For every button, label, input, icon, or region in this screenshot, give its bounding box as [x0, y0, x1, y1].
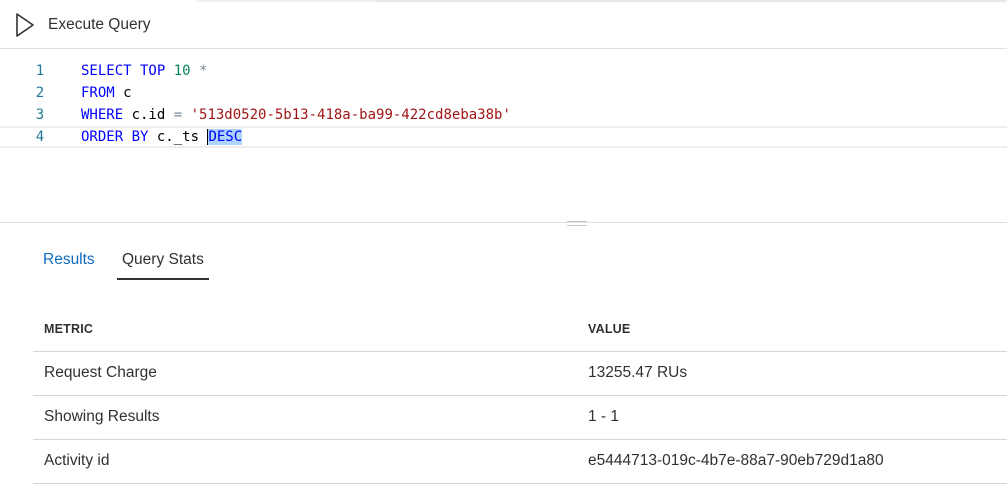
- line-number: 2: [35, 85, 45, 101]
- code-line-3[interactable]: 3 WHERE c.id = '513d0520-5b13-418a-ba99-…: [0, 104, 1007, 126]
- pane-splitter[interactable]: [0, 222, 1007, 223]
- metric-cell: Request Charge: [44, 364, 157, 381]
- identifier-token: c.id: [131, 107, 174, 123]
- table-row: Request Charge 13255.47 RUs: [33, 352, 1007, 396]
- code-text: ORDER BY c._ts DESC: [81, 128, 243, 146]
- table-header-row: METRIC VALUE: [33, 308, 1007, 352]
- code-line-4[interactable]: 4 ORDER BY c._ts DESC: [0, 126, 1007, 148]
- value-cell: 13255.47 RUs: [588, 364, 688, 381]
- query-stats-table: METRIC VALUE Request Charge 13255.47 RUs…: [33, 308, 1007, 484]
- column-header-metric: METRIC: [44, 322, 94, 336]
- execute-query-button[interactable]: Execute Query: [14, 10, 151, 40]
- code-text: WHERE c.id = '513d0520-5b13-418a-ba99-42…: [81, 104, 511, 126]
- line-number: 4: [35, 129, 45, 145]
- line-number: 3: [35, 107, 45, 123]
- operator-token: =: [173, 107, 191, 123]
- value-cell: 1 - 1: [588, 408, 620, 425]
- identifier-token: c: [123, 85, 132, 101]
- keyword-token: WHERE: [81, 107, 132, 123]
- column-header-value: VALUE: [588, 322, 631, 336]
- execute-query-label: Execute Query: [48, 16, 151, 33]
- toolbar-tab-accent: [197, 0, 375, 2]
- query-toolbar: Execute Query: [0, 0, 1007, 49]
- code-text: SELECT TOP 10 *: [81, 60, 207, 82]
- splitter-grip-icon[interactable]: [567, 218, 587, 228]
- value-cell: e5444713-019c-4b7e-88a7-90eb729d1a80: [588, 452, 884, 469]
- number-token: 10: [173, 63, 191, 79]
- tab-results[interactable]: Results: [38, 244, 100, 278]
- identifier-token: c._ts: [156, 129, 208, 145]
- selected-keyword-token: DESC: [208, 129, 243, 145]
- query-editor[interactable]: 1 SELECT TOP 10 * 2 FROM c 3 WHERE c.id …: [0, 50, 1007, 222]
- operator-token: *: [190, 63, 208, 79]
- metric-cell: Activity id: [44, 452, 110, 469]
- line-number: 1: [35, 63, 45, 79]
- keyword-token: SELECT TOP: [81, 63, 174, 79]
- string-token: '513d0520-5b13-418a-ba99-422cd8eba38b': [190, 107, 511, 123]
- code-line-2[interactable]: 2 FROM c: [0, 82, 1007, 104]
- keyword-token: ORDER BY: [81, 129, 157, 145]
- table-row: Activity id e5444713-019c-4b7e-88a7-90eb…: [33, 440, 1007, 484]
- metric-cell: Showing Results: [44, 408, 160, 425]
- code-text: FROM c: [81, 82, 132, 104]
- tab-query-stats[interactable]: Query Stats: [117, 244, 209, 280]
- toolbar-top-border: [375, 0, 1007, 2]
- keyword-token: FROM: [81, 85, 124, 101]
- play-icon: [16, 13, 34, 37]
- code-line-1[interactable]: 1 SELECT TOP 10 *: [0, 60, 1007, 82]
- table-row: Showing Results 1 - 1: [33, 396, 1007, 440]
